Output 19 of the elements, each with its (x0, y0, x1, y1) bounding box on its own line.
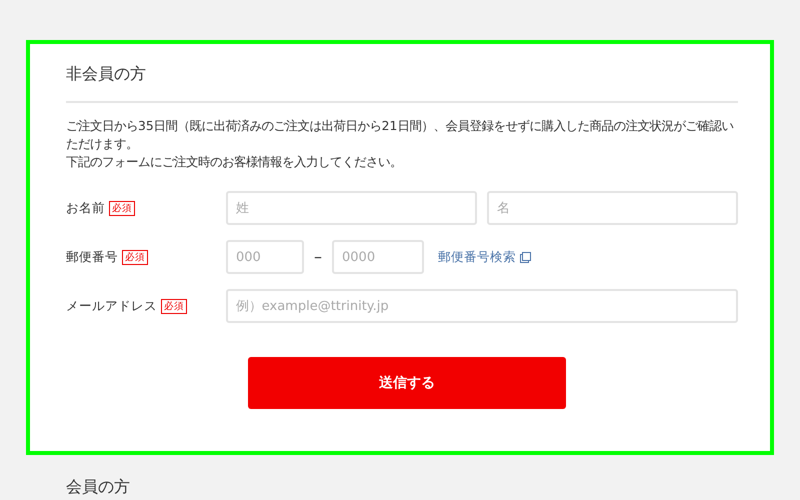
description-text: 下記のフォームにご注文時のお客様情報を入力してください。 (66, 154, 403, 172)
dash-separator: – (314, 246, 322, 268)
required-badge: 必須 (122, 250, 148, 265)
text-input[interactable]: 姓 (226, 191, 477, 226)
field-label: お名前 (66, 198, 105, 217)
text-input[interactable]: 0000 (332, 240, 424, 274)
required-badge: 必須 (161, 298, 187, 314)
section-title: 会員の方 (66, 476, 131, 498)
field-label: 郵便番号 (66, 248, 118, 266)
required-badge: 必須 (109, 200, 135, 216)
section-title: 非会員の方 (66, 64, 147, 84)
text-input[interactable]: 名 (487, 191, 738, 226)
text-input[interactable]: 000 (226, 240, 304, 274)
postal-search-link[interactable]: 郵便番号検索 (438, 248, 531, 267)
description-text: ご注文日から35日間（既に出荷済みのご注文は出荷日から21日間）、会員登録をせずに購入した商品の注文状況がご確認いただけます。 (66, 118, 734, 154)
submit-button[interactable]: 送信する (248, 357, 566, 410)
field-label: メールアドレス (66, 296, 157, 315)
new-window-icon (520, 252, 531, 263)
text-input[interactable]: 例）example@ttrinity.jp (226, 289, 738, 324)
